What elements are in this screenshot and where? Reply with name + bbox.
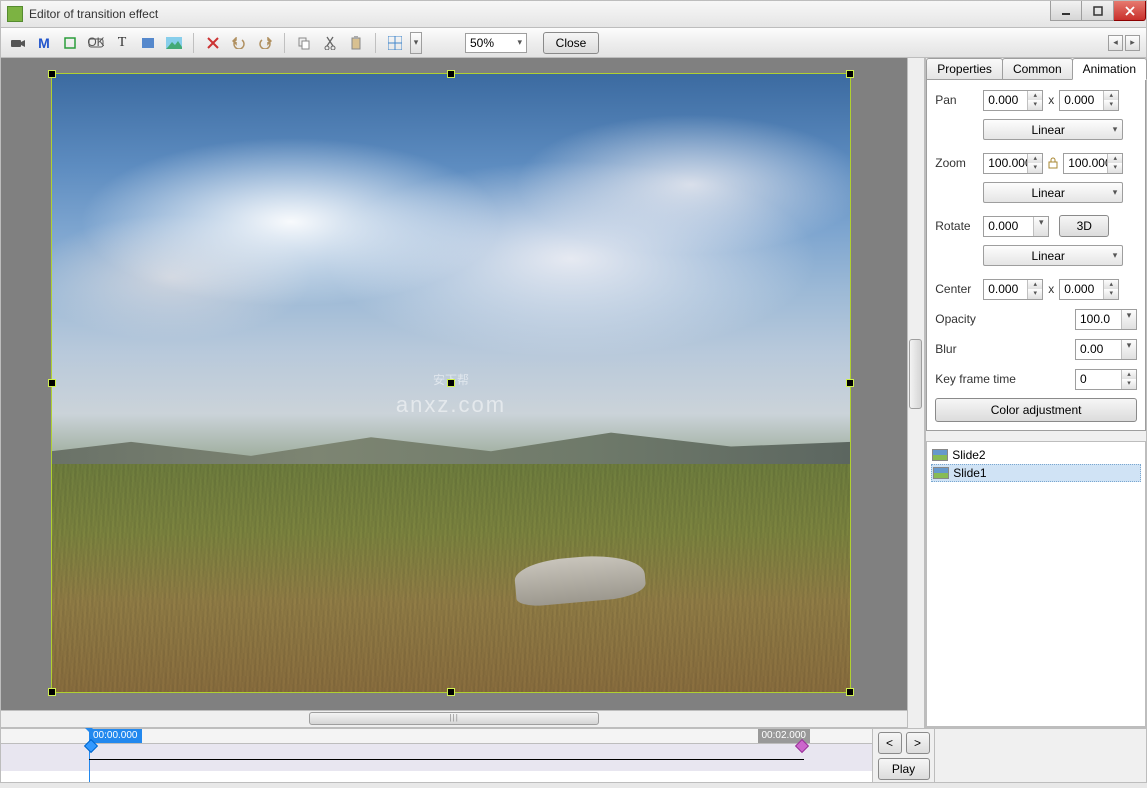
slide-label: Slide1 — [953, 466, 986, 480]
opacity-label: Opacity — [935, 312, 1027, 326]
camera-icon[interactable] — [7, 32, 29, 54]
grid-dropdown-icon[interactable]: ▾ — [410, 32, 422, 54]
side-panel: Properties Common Animation Pan 0.000▴▾ … — [925, 58, 1147, 728]
bottom-spacer — [935, 728, 1147, 783]
tab-body-animation: Pan 0.000▴▾ x 0.000▴▾ Linear Zoom 100.00… — [926, 79, 1146, 431]
prev-frame-button[interactable]: < — [878, 732, 902, 754]
rotate-curve-select[interactable]: Linear — [983, 245, 1123, 266]
timeline[interactable]: 00:00.000 00:02.000 — [0, 728, 873, 783]
blur-label: Blur — [935, 342, 1027, 356]
close-button[interactable]: Close — [543, 32, 599, 54]
cut-icon[interactable] — [319, 32, 341, 54]
timeline-start-tag: 00:00.000 — [89, 729, 142, 743]
tabs: Properties Common Animation — [926, 58, 1146, 80]
slide-thumb-icon — [933, 467, 949, 479]
m-tool-icon[interactable]: M — [33, 32, 55, 54]
pan-y-input[interactable]: 0.000▴▾ — [1059, 90, 1119, 111]
titlebar: Editor of transition effect — [0, 0, 1147, 28]
maximize-button[interactable] — [1082, 1, 1114, 21]
window-controls — [1050, 1, 1146, 21]
panel-prev-icon[interactable]: ◂ — [1108, 35, 1123, 51]
list-item[interactable]: Slide1 — [931, 464, 1141, 482]
zoom-value: 50% — [470, 36, 494, 50]
toolbar: M OK T ▾ 50%▾ Close ◂ ▸ — [0, 28, 1147, 58]
center-y-input[interactable]: 0.000▴▾ — [1059, 279, 1119, 300]
panel-next-icon[interactable]: ▸ — [1125, 35, 1140, 51]
keyframe-time-input[interactable]: 0▴▾ — [1075, 369, 1137, 390]
playback-controls: < > Play — [873, 728, 935, 783]
pan-x-input[interactable]: 0.000▴▾ — [983, 90, 1043, 111]
zoom-x-input[interactable]: 100.000▴▾ — [983, 153, 1043, 174]
slide-label: Slide2 — [952, 448, 985, 462]
copy-icon[interactable] — [293, 32, 315, 54]
center-label: Center — [935, 282, 983, 296]
rotate-label: Rotate — [935, 219, 983, 233]
rotate-input[interactable]: 0.000▾ — [983, 216, 1049, 237]
rotate-3d-button[interactable]: 3D — [1059, 215, 1109, 237]
minimize-button[interactable] — [1050, 1, 1082, 21]
x-separator: x — [1048, 282, 1054, 296]
close-window-button[interactable] — [1114, 1, 1146, 21]
slide-list: Slide2 Slide1 — [926, 441, 1146, 727]
frame-icon[interactable] — [59, 32, 81, 54]
svg-text:OK: OK — [88, 37, 104, 49]
zoom-select[interactable]: 50%▾ — [465, 33, 527, 53]
canvas-scrollbar-horizontal[interactable] — [0, 711, 908, 728]
list-item[interactable]: Slide2 — [931, 446, 1141, 464]
tab-properties[interactable]: Properties — [926, 58, 1003, 80]
canvas[interactable]: 安下帮 anxz.com — [0, 58, 908, 711]
app-icon — [7, 6, 23, 22]
undo-icon[interactable] — [228, 32, 250, 54]
image-icon[interactable] — [163, 32, 185, 54]
separator — [284, 33, 285, 53]
redo-icon[interactable] — [254, 32, 276, 54]
grid-icon[interactable] — [384, 32, 406, 54]
paste-icon[interactable] — [345, 32, 367, 54]
slide-image[interactable]: 安下帮 anxz.com — [51, 73, 851, 693]
color-adjustment-button[interactable]: Color adjustment — [935, 398, 1137, 422]
x-separator: x — [1048, 93, 1054, 107]
zoom-y-input[interactable]: 100.000▴▾ — [1063, 153, 1123, 174]
separator — [375, 33, 376, 53]
next-frame-button[interactable]: > — [906, 732, 930, 754]
keyframe-time-label: Key frame time — [935, 372, 1027, 386]
pan-curve-select[interactable]: Linear — [983, 119, 1123, 140]
canvas-scrollbar-vertical[interactable] — [908, 58, 925, 728]
zoom-curve-select[interactable]: Linear — [983, 182, 1123, 203]
blur-input[interactable]: 0.00▾ — [1075, 339, 1137, 360]
rectangle-icon[interactable] — [137, 32, 159, 54]
tab-common[interactable]: Common — [1002, 58, 1073, 80]
zoom-label: Zoom — [935, 156, 983, 170]
delete-icon[interactable] — [202, 32, 224, 54]
opacity-input[interactable]: 100.0▾ — [1075, 309, 1137, 330]
tab-animation[interactable]: Animation — [1072, 58, 1147, 80]
slide-thumb-icon — [932, 449, 948, 461]
pan-label: Pan — [935, 93, 983, 107]
window-title: Editor of transition effect — [29, 7, 158, 21]
separator — [193, 33, 194, 53]
play-button[interactable]: Play — [878, 758, 930, 780]
button-icon[interactable]: OK — [85, 32, 107, 54]
center-x-input[interactable]: 0.000▴▾ — [983, 279, 1043, 300]
lock-aspect-icon[interactable] — [1047, 156, 1059, 170]
text-icon[interactable]: T — [111, 32, 133, 54]
